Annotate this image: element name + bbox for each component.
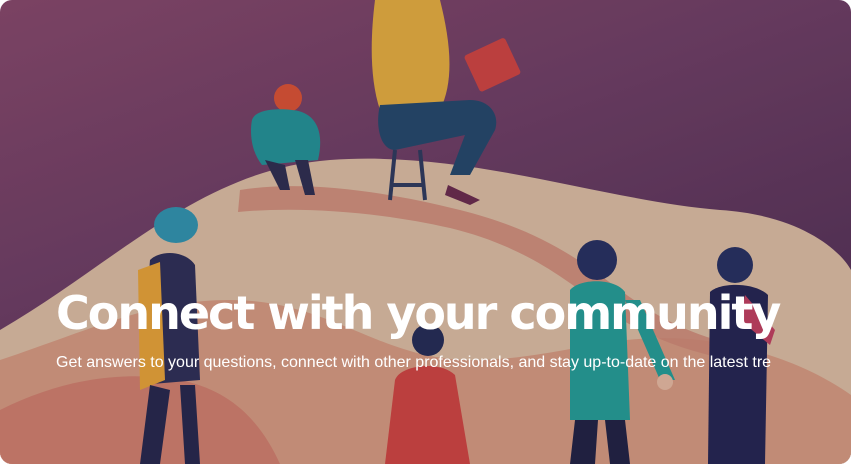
community-illustration (0, 0, 851, 464)
hero-title: Connect with your community (56, 286, 781, 340)
community-hero-banner: Connect with your community Get answers … (0, 0, 851, 464)
hero-subtitle: Get answers to your questions, connect w… (56, 354, 772, 371)
